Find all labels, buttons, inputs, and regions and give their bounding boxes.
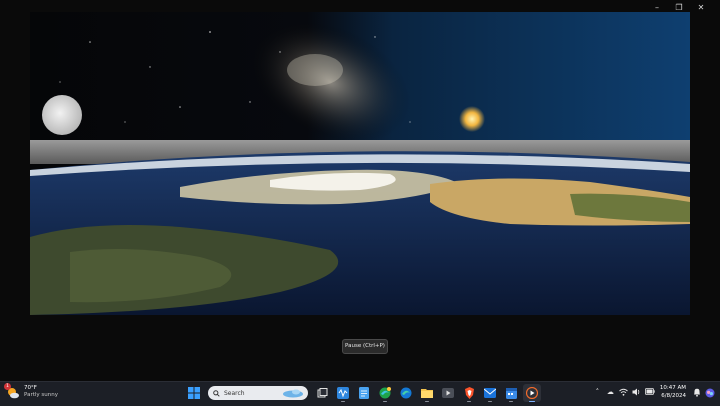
taskbar-app-wave[interactable] (334, 384, 352, 402)
clock[interactable]: 10:47 AM 6/8/2024 (660, 384, 686, 400)
mail-icon (484, 388, 496, 398)
windows-icon (188, 387, 200, 399)
taskbar-app-notepad[interactable] (355, 384, 373, 402)
search-highlight-icon (283, 389, 303, 398)
taskbar-app-media-player[interactable] (523, 384, 541, 402)
taskbar-app-mail[interactable] (481, 384, 499, 402)
edge-icon (400, 387, 412, 399)
taskbar: 1 70°F Partly sunny Search ˄ ☁ 10:47 AM … (0, 381, 720, 406)
close-button[interactable]: ✕ (690, 2, 712, 14)
taskbar-app-edge[interactable] (397, 384, 415, 402)
media-player-window: – ❐ ✕ Pause (Ctrl+P) (0, 0, 720, 381)
system-tray: ˄ ☁ 10:47 AM 6/8/2024 (593, 384, 715, 400)
search-placeholder: Search (224, 389, 245, 397)
notepad-icon (359, 387, 369, 399)
sun-icon (459, 106, 485, 132)
taskbar-app-calendar[interactable] (502, 384, 520, 402)
wifi-icon[interactable] (619, 388, 628, 397)
task-view-button[interactable] (313, 384, 331, 402)
moon-icon (42, 95, 82, 135)
waveform-app-icon (337, 387, 349, 399)
task-view-icon (317, 387, 327, 397)
calendar-icon (505, 388, 517, 399)
weather-widget[interactable]: 1 70°F Partly sunny (4, 383, 58, 399)
battery-icon[interactable] (644, 387, 655, 397)
search-box[interactable]: Search (208, 386, 308, 400)
volume-icon[interactable] (632, 388, 641, 397)
copilot-icon[interactable] (705, 388, 715, 397)
folder-icon (421, 389, 433, 398)
taskbar-app-edge-beta[interactable] (376, 384, 394, 402)
edge-beta-icon (379, 387, 391, 399)
start-button[interactable] (185, 384, 203, 402)
notifications-bell-icon[interactable] (692, 388, 701, 397)
chevron-up-icon[interactable]: ˄ (593, 388, 602, 397)
onedrive-icon[interactable]: ☁ (606, 388, 615, 397)
weather-temp: 70°F (24, 385, 37, 391)
clock-date: 6/8/2024 (661, 393, 686, 399)
video-frame[interactable] (30, 12, 690, 315)
media-player-icon (526, 387, 538, 399)
taskbar-app-brave[interactable] (460, 384, 478, 402)
taskbar-app-media[interactable] (439, 384, 457, 402)
taskbar-apps: Search (185, 384, 541, 402)
brave-icon (464, 387, 474, 399)
notification-badge: 1 (4, 383, 11, 390)
media-app-icon (442, 388, 454, 398)
clock-time: 10:47 AM (659, 385, 686, 391)
search-icon (213, 389, 220, 397)
video-scene (30, 12, 690, 315)
taskbar-app-file-explorer[interactable] (418, 384, 436, 402)
weather-condition: Partly sunny (24, 392, 58, 398)
pause-tooltip: Pause (Ctrl+P) (342, 339, 388, 354)
partly-sunny-icon: 1 (4, 383, 20, 399)
